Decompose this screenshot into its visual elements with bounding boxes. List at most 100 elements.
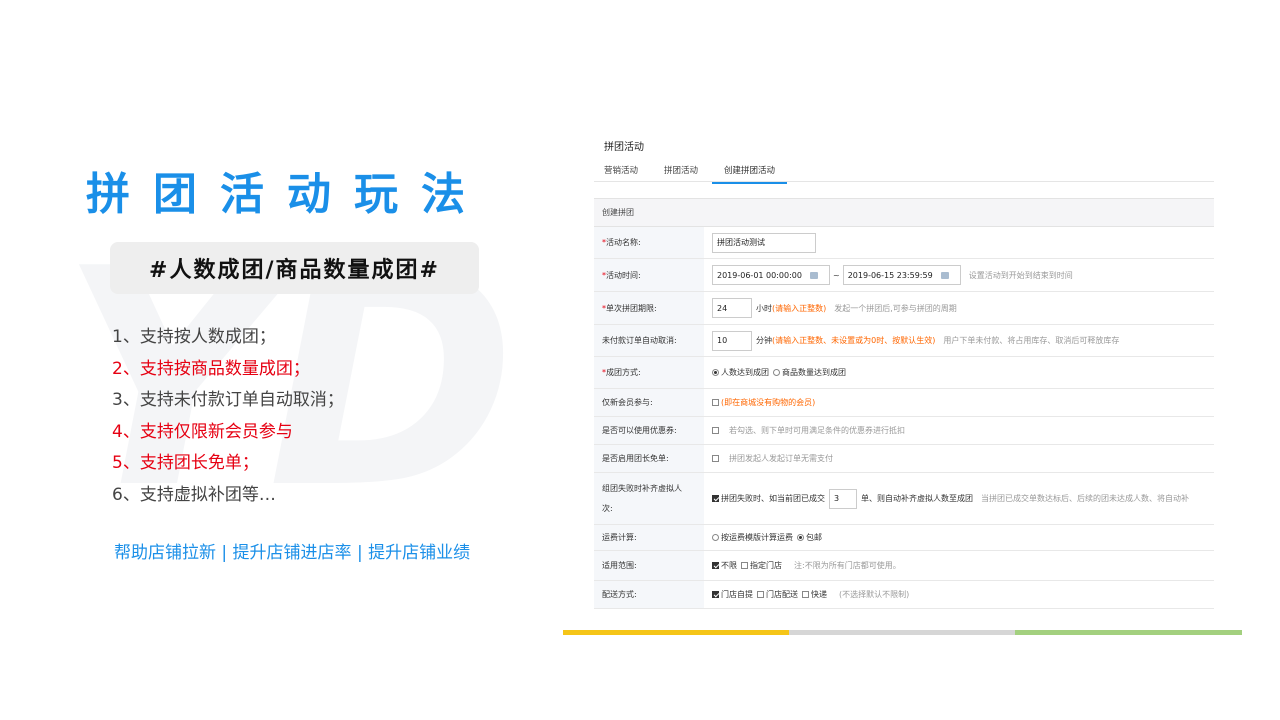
feature-item: 1、支持按人数成团； <box>112 327 276 347</box>
label-text: 未付款订单自动取消: <box>602 336 677 345</box>
cancel-unit: 分钟 <box>756 336 772 345</box>
row-freight: 运费计算: 按运费模版计算运费 包邮 <box>594 525 1214 551</box>
radio-by-quantity[interactable] <box>773 369 780 376</box>
tab-marketing[interactable]: 营销活动 <box>604 164 638 176</box>
value-delivery: 门店自提 门店配送 快递 (不选择默认不限制) <box>704 581 1214 608</box>
value-period: 24 小时 (请输入正整数) 发起一个拼团后,可参与拼团的周期 <box>704 292 1214 324</box>
value-freight: 按运费模版计算运费 包邮 <box>704 525 1214 550</box>
calendar-icon <box>809 271 818 279</box>
value-scope: 不限 指定门店 注:不限为所有门店都可使用。 <box>704 551 1214 580</box>
option-by-quantity: 商品数量达到成团 <box>782 368 846 377</box>
time-hint: 设置活动到开始到结束到时间 <box>968 270 1073 280</box>
feature-item: 6、支持虚拟补团等… <box>112 484 276 505</box>
value-new-member: (即在商城没有购物的会员) <box>704 389 1214 416</box>
decor-bar-yellow <box>563 630 789 635</box>
label-text: 配送方式: <box>602 590 637 599</box>
label-text: 组团失败时补齐虚拟人次: <box>602 483 682 513</box>
delivery-hint: (不选择默认不限制) <box>839 590 910 599</box>
virtual-count-input[interactable]: 3 <box>829 488 857 509</box>
admin-screenshot: 拼团活动 营销活动 拼团活动 创建拼团活动 创建拼团 * 活动名称: 拼团活动测试… <box>594 128 1214 610</box>
coupon-checkbox[interactable] <box>712 427 719 434</box>
label-text: 是否启用团长免单: <box>602 454 669 463</box>
virtual-fill-pre: 拼团失败时、如当前团已成交 <box>721 494 825 503</box>
label-text: 运费计算: <box>602 533 637 542</box>
virtual-fill-hint: 当拼团已成交单数达标后、后续的团未达成人数、将自动补 <box>981 494 1189 503</box>
virtual-fill-post: 单、则自动补齐虚拟人数至成团 <box>861 494 973 503</box>
period-warning: (请输入正整数) <box>772 303 827 313</box>
value-activity-name: 拼团活动测试 <box>704 227 1214 258</box>
row-delivery: 配送方式: 门店自提 门店配送 快递 (不选择默认不限制) <box>594 581 1214 609</box>
time-separator: ~ <box>833 270 840 280</box>
option-store-pickup: 门店自提 <box>721 590 753 599</box>
label-text: 是否可以使用优惠券: <box>602 426 677 435</box>
value-coupon: 若勾选、则下单时可用满足条件的优惠券进行抵扣 <box>704 417 1214 444</box>
slogan: 帮助店铺拉新 | 提升店铺进店率 | 提升店铺业绩 <box>114 543 471 563</box>
row-period: * 单次拼团期限: 24 小时 (请输入正整数) 发起一个拼团后,可参与拼团的周期 <box>594 292 1214 325</box>
label-virtual-fill: 组团失败时补齐虚拟人次: <box>594 473 704 524</box>
radio-freight-template[interactable] <box>712 534 719 541</box>
row-virtual-fill: 组团失败时补齐虚拟人次: 拼团失败时、如当前团已成交 3 单、则自动补齐虚拟人数… <box>594 473 1214 525</box>
row-coupon: 是否可以使用优惠券: 若勾选、则下单时可用满足条件的优惠券进行抵扣 <box>594 417 1214 445</box>
label-period: * 单次拼团期限: <box>594 292 704 324</box>
radio-free-shipping[interactable] <box>797 534 804 541</box>
start-time-input[interactable]: 2019-06-01 00:00:00 <box>712 265 830 285</box>
label-activity-name: * 活动名称: <box>594 227 704 258</box>
label-text: 适用范围: <box>602 561 637 570</box>
delivery-pickup-checkbox[interactable] <box>712 591 719 598</box>
label-new-member: 仅新会员参与: <box>594 389 704 416</box>
label-delivery: 配送方式: <box>594 581 704 608</box>
period-input[interactable]: 24 <box>712 298 752 318</box>
label-group-mode: * 成团方式: <box>594 357 704 388</box>
label-auto-cancel: 未付款订单自动取消: <box>594 325 704 356</box>
label-coupon: 是否可以使用优惠券: <box>594 417 704 444</box>
feature-item: 4、支持仅限新会员参与 <box>112 421 293 442</box>
radio-by-people[interactable] <box>712 369 719 376</box>
end-time-value: 2019-06-15 23:59:59 <box>847 270 933 280</box>
end-time-input[interactable]: 2019-06-15 23:59:59 <box>842 265 961 285</box>
delivery-store-checkbox[interactable] <box>757 591 764 598</box>
row-leader-free: 是否启用团长免单: 拼团发起人发起订单无需支付 <box>594 445 1214 473</box>
label-freight: 运费计算: <box>594 525 704 550</box>
row-group-mode: * 成团方式: 人数达到成团 商品数量达到成团 <box>594 357 1214 389</box>
tab-group-buy[interactable]: 拼团活动 <box>664 164 698 176</box>
tab-create-group-buy[interactable]: 创建拼团活动 <box>712 164 788 184</box>
label-text: 活动时间: <box>606 270 641 280</box>
start-time-value: 2019-06-01 00:00:00 <box>717 270 802 280</box>
scope-unlimited-checkbox[interactable] <box>712 562 719 569</box>
row-new-member: 仅新会员参与: (即在商城没有购物的会员) <box>594 389 1214 417</box>
option-free-shipping: 包邮 <box>806 533 822 542</box>
virtual-fill-checkbox[interactable] <box>712 495 719 502</box>
label-activity-time: * 活动时间: <box>594 259 704 291</box>
feature-tag: #人数成团/商品数量成团# <box>110 242 479 294</box>
new-member-checkbox[interactable] <box>712 399 719 406</box>
page-title: 拼团活动玩法 <box>86 169 488 220</box>
calendar-icon <box>940 271 949 279</box>
label-text: 仅新会员参与: <box>602 398 653 407</box>
scope-store-checkbox[interactable] <box>741 562 748 569</box>
value-leader-free: 拼团发起人发起订单无需支付 <box>704 445 1214 472</box>
option-specified-store: 指定门店 <box>750 561 782 570</box>
row-activity-name: * 活动名称: 拼团活动测试 <box>594 227 1214 259</box>
form-section-title: 创建拼团 <box>594 199 1214 227</box>
feature-list: 1、支持按人数成团； 2、支持按商品数量成团； 3、支持未付款订单自动取消； 4… <box>112 322 344 511</box>
period-hint: 发起一个拼团后,可参与拼团的周期 <box>834 303 957 313</box>
period-unit: 小时 <box>756 303 772 313</box>
delivery-express-checkbox[interactable] <box>802 591 809 598</box>
scope-hint: 注:不限为所有门店都可使用。 <box>794 561 901 570</box>
label-scope: 适用范围: <box>594 551 704 580</box>
leader-free-hint: 拼团发起人发起订单无需支付 <box>729 454 833 463</box>
activity-name-input[interactable]: 拼团活动测试 <box>712 232 816 253</box>
label-text: 成团方式: <box>606 368 641 377</box>
leader-free-checkbox[interactable] <box>712 455 719 462</box>
value-activity-time: 2019-06-01 00:00:00 ~ 2019-06-15 23:59:5… <box>704 259 1214 291</box>
cancel-minutes-input[interactable]: 10 <box>712 330 752 351</box>
coupon-hint: 若勾选、则下单时可用满足条件的优惠券进行抵扣 <box>729 426 905 435</box>
label-text: 单次拼团期限: <box>606 303 657 313</box>
option-store-delivery: 门店配送 <box>766 590 798 599</box>
feature-item: 2、支持按商品数量成团； <box>112 358 310 379</box>
feature-item: 3、支持未付款订单自动取消； <box>112 390 344 410</box>
option-by-people: 人数达到成团 <box>721 368 769 377</box>
row-auto-cancel: 未付款订单自动取消: 10 分钟 (请输入正整数、未设置或为0时、按默认生效) … <box>594 325 1214 357</box>
decor-bar-green <box>1015 630 1242 635</box>
label-text: 活动名称: <box>606 238 641 247</box>
